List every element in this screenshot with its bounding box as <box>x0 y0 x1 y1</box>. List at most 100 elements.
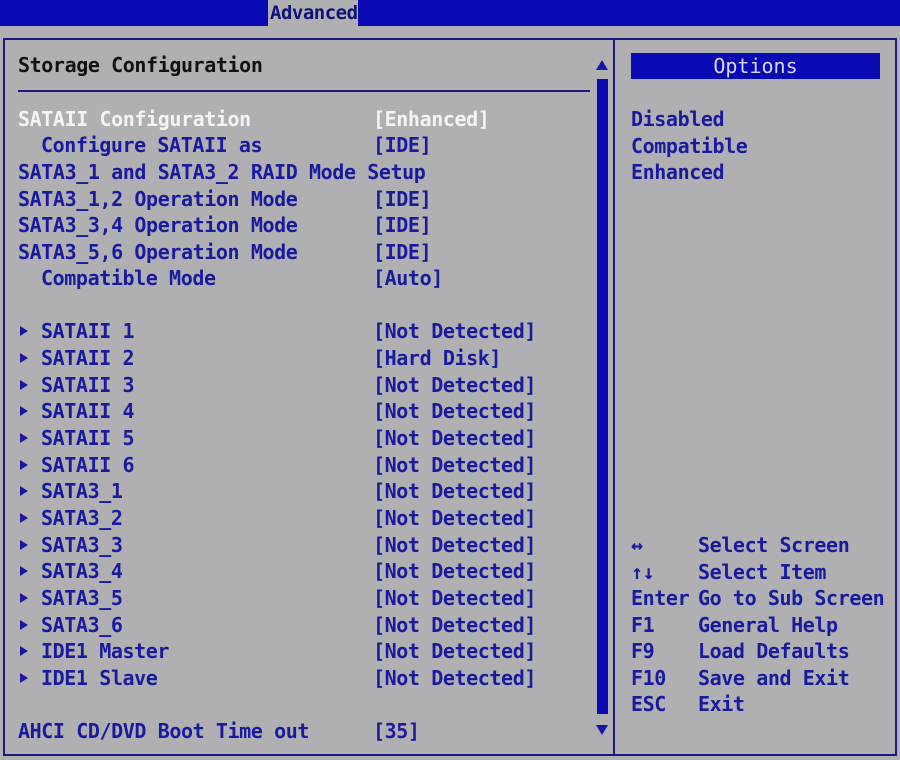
setting-row[interactable]: SATA3_3,4 Operation Mode [IDE] <box>18 212 588 238</box>
setting-value[interactable]: [Not Detected] <box>373 372 536 398</box>
key-description: Select Item <box>698 559 827 584</box>
key-description: General Help <box>698 612 838 637</box>
setting-label: IDE1 Master <box>41 639 170 663</box>
submenu-arrow-icon <box>20 433 28 443</box>
setting-value[interactable]: [Not Detected] <box>373 585 536 611</box>
setting-label: SATA3_3 <box>41 533 123 557</box>
submenu-item[interactable]: SATA3_1 [Not Detected] <box>18 478 588 504</box>
key-label: F10 <box>631 665 666 690</box>
submenu-item[interactable]: IDE1 Slave [Not Detected] <box>18 665 588 691</box>
setting-label: SATAII 3 <box>41 373 135 397</box>
submenu-item[interactable]: SATAII 3 [Not Detected] <box>18 372 588 398</box>
setting-value[interactable]: [Not Detected] <box>373 318 536 344</box>
setting-value[interactable]: [Not Detected] <box>373 505 536 531</box>
option-item: Enhanced <box>631 160 725 184</box>
key-help-row: ↔ Select Screen <box>631 532 891 558</box>
submenu-arrow-icon <box>20 566 28 576</box>
setting-row[interactable]: Compatible Mode [Auto] <box>18 265 588 291</box>
key-help-row: F1 General Help <box>631 612 891 638</box>
setting-label: SATA3_1 and SATA3_2 RAID Mode Setup <box>18 160 426 184</box>
setting-label: SATAII 1 <box>41 319 135 343</box>
setting-value[interactable]: [Hard Disk] <box>373 345 501 371</box>
setting-value[interactable]: [Not Detected] <box>373 612 536 638</box>
setting-value[interactable]: [Not Detected] <box>373 452 536 478</box>
submenu-arrow-icon <box>20 593 28 603</box>
submenu-item[interactable]: SATAII 6 [Not Detected] <box>18 452 588 478</box>
setting-value[interactable]: [Not Detected] <box>373 478 536 504</box>
setting-label: SATA3_6 <box>41 613 123 637</box>
key-help-row: ESC Exit <box>631 691 891 717</box>
setting-value[interactable]: [IDE] <box>373 132 432 158</box>
setting-label: SATA3_5,6 Operation Mode <box>18 240 298 264</box>
setting-row[interactable]: Configure SATAII as [IDE] <box>18 132 588 158</box>
submenu-arrow-icon <box>20 380 28 390</box>
setting-row[interactable]: AHCI CD/DVD Boot Time out [35] <box>18 718 588 744</box>
key-description: Load Defaults <box>698 639 850 663</box>
submenu-item[interactable]: SATAII 2 [Hard Disk] <box>18 345 588 371</box>
submenu-item[interactable]: SATAII 1 [Not Detected] <box>18 318 588 344</box>
setting-value[interactable]: [Not Detected] <box>373 398 536 424</box>
key-label: F1 <box>631 612 655 637</box>
submenu-item[interactable]: SATA3_5 [Not Detected] <box>18 585 588 611</box>
setting-value[interactable]: [Enhanced] <box>373 106 490 132</box>
key-help-row: ↑↓ Select Item <box>631 559 891 585</box>
setting-value[interactable]: [Not Detected] <box>373 532 536 558</box>
submenu-item[interactable]: SATAII 5 [Not Detected] <box>18 425 588 451</box>
setting-value[interactable]: [Auto] <box>373 265 443 291</box>
key-label: ↑↓ <box>631 559 655 584</box>
submenu-item[interactable]: IDE1 Master [Not Detected] <box>18 638 588 664</box>
key-label: F9 <box>631 639 655 663</box>
setting-label: SATAII 5 <box>41 426 135 450</box>
setting-label: SATA3_1,2 Operation Mode <box>18 187 298 211</box>
submenu-item[interactable]: SATA3_3 [Not Detected] <box>18 532 588 558</box>
scroll-down-arrow-icon[interactable] <box>596 725 608 735</box>
setting-value[interactable]: [IDE] <box>373 212 432 238</box>
setting-label: Configure SATAII as <box>41 133 263 157</box>
scroll-up-arrow-icon[interactable] <box>596 60 608 70</box>
setting-value[interactable]: [IDE] <box>373 239 432 265</box>
setting-value[interactable]: [IDE] <box>373 186 432 212</box>
key-help-row: F9 Load Defaults <box>631 638 891 664</box>
setting-value[interactable]: [Not Detected] <box>373 638 536 664</box>
setting-label: SATA3_5 <box>41 586 123 610</box>
submenu-item[interactable]: SATAII 4 [Not Detected] <box>18 398 588 424</box>
setting-value[interactable]: [Not Detected] <box>373 425 536 451</box>
key-help-row: F10 Save and Exit <box>631 665 891 691</box>
submenu-arrow-icon <box>20 620 28 630</box>
setting-value[interactable]: [Not Detected] <box>373 558 536 584</box>
key-description: Exit <box>698 692 745 716</box>
key-description: Select Screen <box>698 533 850 557</box>
key-label: ↔ <box>631 533 643 557</box>
option-item: Disabled <box>631 107 725 131</box>
setting-row[interactable]: SATAII Configuration [Enhanced] <box>18 106 588 132</box>
setting-label: SATA3_3,4 Operation Mode <box>18 213 298 237</box>
tab-advanced[interactable]: Advanced <box>268 0 358 26</box>
key-description: Save and Exit <box>698 665 850 690</box>
setting-row[interactable]: SATA3_5,6 Operation Mode [IDE] <box>18 239 588 265</box>
submenu-arrow-icon <box>20 646 28 656</box>
key-label: Enter <box>631 586 690 610</box>
setting-label: SATAII Configuration <box>18 107 251 131</box>
setting-row[interactable]: SATA3_1,2 Operation Mode [IDE] <box>18 186 588 212</box>
setting-label: SATAII 6 <box>41 453 135 477</box>
submenu-arrow-icon <box>20 326 28 336</box>
submenu-item[interactable]: SATA3_2 [Not Detected] <box>18 505 588 531</box>
setting-value[interactable]: [Not Detected] <box>373 665 536 691</box>
setting-label: SATA3_2 <box>41 506 123 530</box>
submenu-arrow-icon <box>20 513 28 523</box>
option-item: Compatible <box>631 133 748 158</box>
submenu-arrow-icon <box>20 406 28 416</box>
submenu-item[interactable]: SATA3_6 [Not Detected] <box>18 612 588 638</box>
setting-value[interactable]: [35] <box>373 718 420 744</box>
title-divider <box>18 90 590 92</box>
key-description: Go to Sub Screen <box>698 586 885 610</box>
submenu-item[interactable]: SATA3_4 [Not Detected] <box>18 558 588 584</box>
setting-label: SATA3_4 <box>41 559 123 583</box>
setting-label: SATAII 2 <box>41 346 135 370</box>
setting-row[interactable]: SATA3_1 and SATA3_2 RAID Mode Setup <box>18 159 588 185</box>
setting-label: SATAII 4 <box>41 399 135 423</box>
scrollbar-thumb[interactable] <box>597 79 608 714</box>
key-help-row: Enter Go to Sub Screen <box>631 585 891 611</box>
top-menu-bar: Advanced <box>0 0 900 26</box>
submenu-arrow-icon <box>20 353 28 363</box>
